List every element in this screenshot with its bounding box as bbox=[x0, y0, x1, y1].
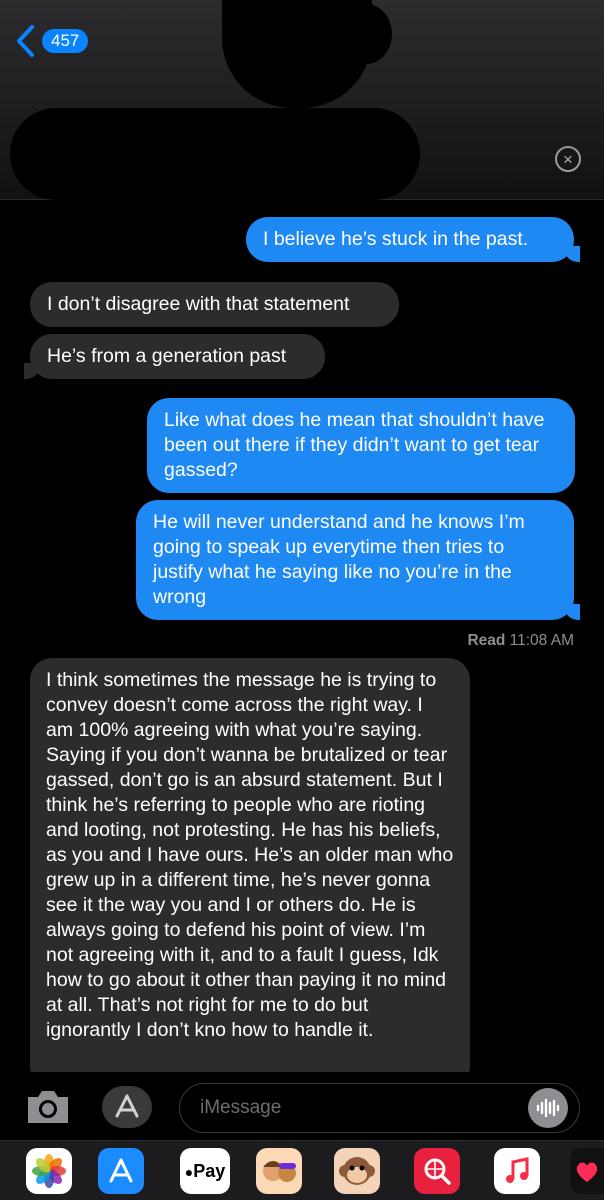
music-app-button[interactable] bbox=[494, 1148, 540, 1194]
incoming-message[interactable]: He’s from a generation past bbox=[24, 334, 325, 379]
read-receipt-label: Read bbox=[467, 632, 506, 649]
photos-icon bbox=[32, 1154, 66, 1188]
web-search-icon bbox=[424, 1158, 451, 1185]
message-input[interactable]: iMessage bbox=[179, 1083, 580, 1133]
digital-touch-icon bbox=[576, 1162, 598, 1182]
memoji-app-button[interactable] bbox=[256, 1148, 302, 1194]
close-icon[interactable]: × bbox=[555, 146, 581, 172]
digital-touch-app-button[interactable] bbox=[570, 1148, 604, 1194]
app-store-app-button[interactable] bbox=[98, 1148, 144, 1194]
read-receipt-time: 11:08 AM bbox=[509, 632, 574, 649]
apple-pay-icon: ●Pay bbox=[184, 1160, 226, 1181]
message-text: I believe he’s stuck in the past. bbox=[263, 228, 529, 250]
app-store-button[interactable] bbox=[102, 1086, 152, 1128]
message-text: He’s from a generation past bbox=[47, 345, 287, 367]
waveform-icon bbox=[536, 1098, 560, 1118]
animoji-monkey-icon bbox=[339, 1157, 375, 1185]
photos-app-button[interactable] bbox=[26, 1148, 72, 1194]
outgoing-message[interactable]: Like what does he mean that shouldn’t ha… bbox=[147, 398, 575, 493]
audio-message-button[interactable] bbox=[528, 1088, 568, 1128]
conversation-header: 457 × bbox=[0, 0, 604, 200]
chevron-left-icon bbox=[17, 25, 34, 57]
apple-pay-label: Pay bbox=[193, 1160, 226, 1181]
outgoing-message[interactable]: He will never understand and he knows I’… bbox=[136, 500, 580, 620]
back-button[interactable]: 457 bbox=[14, 24, 89, 58]
outgoing-message[interactable]: I believe he’s stuck in the past. bbox=[246, 217, 580, 262]
message-text: He will never understand and he knows I’… bbox=[153, 511, 525, 608]
memoji-icon bbox=[263, 1161, 296, 1182]
read-receipt: Read 11:08 AM bbox=[467, 632, 574, 650]
camera-button[interactable] bbox=[24, 1088, 72, 1131]
app-store-icon bbox=[115, 1094, 139, 1118]
unread-count-badge: 457 bbox=[42, 28, 89, 54]
message-text: I think sometimes the message he is tryi… bbox=[46, 669, 454, 1041]
camera-icon bbox=[28, 1091, 68, 1123]
web-search-app-button[interactable] bbox=[414, 1148, 460, 1194]
message-text: I don’t disagree with that statement bbox=[47, 293, 350, 315]
apple-pay-app-button[interactable]: ●Pay bbox=[180, 1148, 230, 1194]
redacted-contact-avatar-part bbox=[340, 4, 392, 64]
app-store-icon bbox=[109, 1158, 133, 1183]
incoming-message[interactable]: I think sometimes the message he is tryi… bbox=[30, 658, 470, 1088]
incoming-message[interactable]: I don’t disagree with that statement bbox=[30, 282, 399, 327]
message-input-placeholder: iMessage bbox=[200, 1097, 282, 1118]
redacted-contact-name bbox=[10, 108, 420, 200]
message-text: Like what does he mean that shouldn’t ha… bbox=[164, 409, 545, 481]
animoji-app-button[interactable] bbox=[334, 1148, 380, 1194]
music-icon bbox=[506, 1157, 529, 1183]
